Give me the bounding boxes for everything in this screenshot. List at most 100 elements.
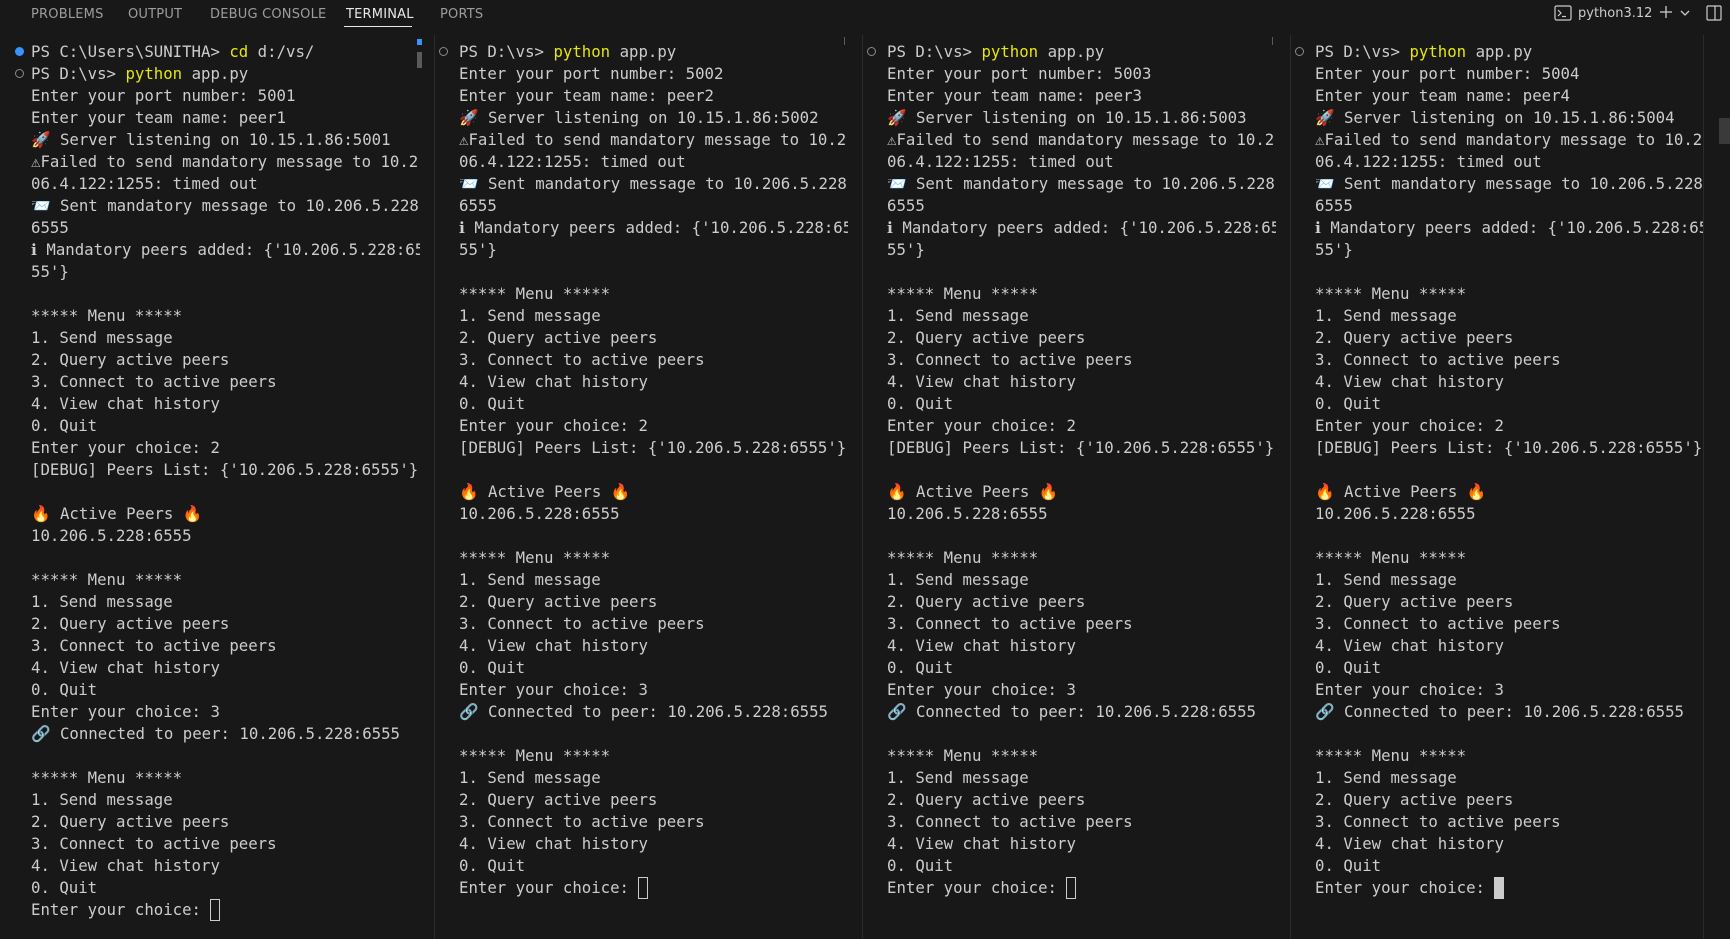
- output-text: Enter your team name: peer3: [887, 86, 1143, 105]
- terminal-icon[interactable]: [1554, 5, 1572, 25]
- terminal-pane-2[interactable]: PS D:\vs> python app.py Enter your port n…: [435, 35, 848, 939]
- terminal-line: Enter your choice:: [0, 899, 420, 921]
- command-args: app.py: [182, 64, 249, 83]
- command-decoration-icon[interactable]: [1295, 47, 1304, 56]
- command-decoration-icon[interactable]: [15, 69, 24, 78]
- output-text: Enter your port number: 5001: [31, 86, 296, 105]
- output-text: Enter your port number: 5003: [887, 64, 1152, 83]
- scrollbar-thumb[interactable]: [1719, 118, 1730, 144]
- output-text: 4. View chat history: [459, 834, 648, 853]
- terminal-line: ℹ Mandatory peers added: {'10.206.5.228:…: [0, 239, 420, 261]
- terminal-line: 🔗 Connected to peer: 10.206.5.228:6555: [435, 701, 848, 723]
- terminal-line: 0. Quit: [0, 877, 420, 899]
- output-text: 2. Query active peers: [31, 614, 230, 633]
- scrollbar-thumb[interactable]: [417, 52, 422, 68]
- terminal-name-label[interactable]: python3.12: [1578, 6, 1652, 21]
- terminal-pane-1[interactable]: PS C:\Users\SUNITHA> cd d:/vs/PS D:\vs> …: [0, 35, 420, 939]
- output-text: Enter your choice: 2: [1315, 416, 1504, 435]
- terminal-line: 🔗 Connected to peer: 10.206.5.228:6555: [863, 701, 1276, 723]
- terminal-line: 06.4.122:1255: timed out: [1291, 151, 1703, 173]
- terminal-line: ℹ Mandatory peers added: {'10.206.5.228:…: [435, 217, 848, 239]
- output-text: 2. Query active peers: [1315, 790, 1514, 809]
- command-name: python: [553, 42, 611, 61]
- tab-terminal[interactable]: TERMINAL: [346, 7, 414, 22]
- terminal-line: 0. Quit: [1291, 855, 1703, 877]
- output-text: 🚀 Server listening on 10.15.1.86:5001: [31, 130, 391, 149]
- terminal-cursor[interactable]: [1494, 877, 1505, 899]
- tab-ports[interactable]: PORTS: [440, 7, 483, 22]
- output-text: 0. Quit: [31, 416, 98, 435]
- output-text: ⚠Failed to send mandatory message to 10.…: [887, 130, 1275, 149]
- output-text: 3. Connect to active peers: [459, 812, 705, 831]
- chevron-down-icon[interactable]: [1679, 7, 1691, 23]
- terminal-pane-3[interactable]: PS D:\vs> python app.py Enter your port n…: [863, 35, 1276, 939]
- output-text: 2. Query active peers: [887, 790, 1086, 809]
- prompt-text: PS D:\vs>: [1315, 42, 1410, 61]
- terminal-line: 0. Quit: [435, 855, 848, 877]
- output-text: Enter your team name: peer1: [31, 108, 287, 127]
- tab-debug-console[interactable]: DEBUG CONSOLE: [210, 7, 326, 22]
- output-text: 4. View chat history: [31, 856, 220, 875]
- command-args: app.py: [1466, 42, 1533, 61]
- command-decoration-icon[interactable]: [867, 47, 876, 56]
- output-text: 4. View chat history: [459, 636, 648, 655]
- terminal-pane-4[interactable]: PS D:\vs> python app.py Enter your port n…: [1291, 35, 1703, 939]
- split-layout-icon[interactable]: [1706, 5, 1722, 25]
- tab-output[interactable]: OUTPUT: [128, 7, 182, 22]
- output-text: 1. Send message: [1315, 570, 1457, 589]
- scrollbar-track[interactable]: [1272, 37, 1273, 45]
- terminal-line: PS D:\vs> python app.py: [435, 41, 848, 63]
- output-text: 3. Connect to active peers: [31, 636, 277, 655]
- output-text: 📨 Sent mandatory message to 10.206.5.228…: [1315, 174, 1703, 193]
- plus-icon[interactable]: [1658, 4, 1674, 24]
- terminal-line: ⚠Failed to send mandatory message to 10.…: [1291, 129, 1703, 151]
- output-text: 1. Send message: [31, 592, 173, 611]
- terminal-line: 55'}: [863, 239, 1276, 261]
- command-decoration-icon[interactable]: [15, 47, 24, 56]
- output-text: 0. Quit: [459, 856, 526, 875]
- input-prompt-text: Enter your choice:: [31, 900, 211, 919]
- output-text: 55'}: [31, 262, 69, 281]
- prompt-text: PS D:\vs>: [459, 42, 554, 61]
- terminal-line: PS D:\vs> python app.py: [863, 41, 1276, 63]
- terminal-line: 0. Quit: [863, 657, 1276, 679]
- terminal-line: Enter your choice: 2: [0, 437, 420, 459]
- output-text: ***** Menu *****: [31, 570, 183, 589]
- output-text: ⚠Failed to send mandatory message to 10.…: [1315, 130, 1703, 149]
- terminal-line: 55'}: [0, 261, 420, 283]
- output-text: 🔗 Connected to peer: 10.206.5.228:6555: [1315, 702, 1684, 721]
- terminal-line: 🔥 Active Peers 🔥: [1291, 481, 1703, 503]
- scrollbar-track[interactable]: [844, 37, 845, 45]
- terminal-cursor[interactable]: [638, 877, 649, 899]
- terminal-cursor[interactable]: [210, 899, 221, 921]
- output-text: ⚠Failed to send mandatory message to 10.…: [31, 152, 419, 171]
- terminal-cursor[interactable]: [1066, 877, 1077, 899]
- terminal-line: 1. Send message: [863, 569, 1276, 591]
- terminal-line: Enter your choice:: [863, 877, 1276, 899]
- terminal-line: 3. Connect to active peers: [435, 349, 848, 371]
- scrollbar-thumb[interactable]: [417, 39, 422, 45]
- terminal-line: 3. Connect to active peers: [1291, 811, 1703, 833]
- input-prompt-text: Enter your choice:: [887, 878, 1067, 897]
- output-text: 4. View chat history: [31, 394, 220, 413]
- output-text: ***** Menu *****: [459, 284, 611, 303]
- output-text: 0. Quit: [887, 394, 954, 413]
- tab-problems[interactable]: PROBLEMS: [31, 7, 104, 22]
- terminal-line: ⚠Failed to send mandatory message to 10.…: [0, 151, 420, 173]
- terminal-line: 2. Query active peers: [435, 591, 848, 613]
- terminal-line: 🚀 Server listening on 10.15.1.86:5004: [1291, 107, 1703, 129]
- terminal-line: ⚠Failed to send mandatory message to 10.…: [435, 129, 848, 151]
- terminal-line: ***** Menu *****: [0, 569, 420, 591]
- command-decoration-icon[interactable]: [439, 47, 448, 56]
- output-text: 06.4.122:1255: timed out: [887, 152, 1114, 171]
- terminal-line: 3. Connect to active peers: [863, 811, 1276, 833]
- terminal-line: 0. Quit: [435, 393, 848, 415]
- terminal-line: 🔗 Connected to peer: 10.206.5.228:6555: [1291, 701, 1703, 723]
- terminal-line: 0. Quit: [435, 657, 848, 679]
- output-text: 1. Send message: [887, 306, 1029, 325]
- terminal-line: 3. Connect to active peers: [1291, 613, 1703, 635]
- terminal-line: ***** Menu *****: [863, 283, 1276, 305]
